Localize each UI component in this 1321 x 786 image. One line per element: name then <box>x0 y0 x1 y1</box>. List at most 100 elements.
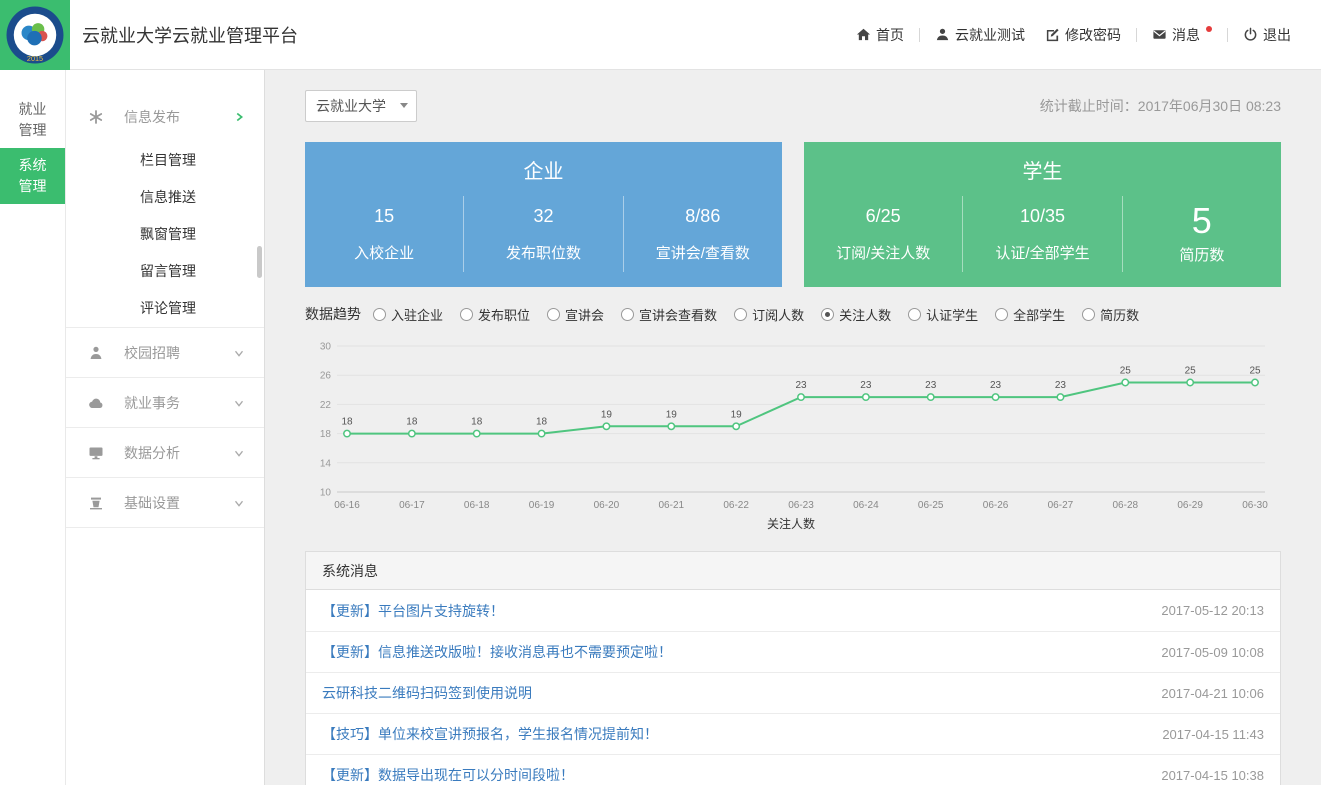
sidebar-item-info-push[interactable]: 信息推送 <box>66 179 264 216</box>
radio-label: 认证学生 <box>926 305 978 324</box>
radio-label: 订阅人数 <box>752 305 804 324</box>
svg-text:06-18: 06-18 <box>464 500 490 511</box>
stat-label: 入校企业 <box>305 242 463 263</box>
sidebar-group-label: 数据分析 <box>124 443 180 463</box>
sidebar-item-popup-management[interactable]: 飘窗管理 <box>66 216 264 253</box>
svg-text:06-16: 06-16 <box>334 500 360 511</box>
sidebar-item-message-management[interactable]: 留言管理 <box>66 253 264 290</box>
sidebar-group-campus-recruit-head[interactable]: 校园招聘 <box>66 327 264 377</box>
recruit-person-icon <box>88 345 104 361</box>
sidebar-group-employment-affairs-head[interactable]: 就业事务 <box>66 377 264 427</box>
radio-positions[interactable]: 发布职位 <box>460 305 530 324</box>
radio-verified-students[interactable]: 认证学生 <box>908 305 978 324</box>
nav-logout-label: 退出 <box>1263 25 1291 45</box>
stat-value: 15 <box>305 206 463 227</box>
student-card-title: 学生 <box>804 142 1281 184</box>
radio-subscribers[interactable]: 订阅人数 <box>734 305 804 324</box>
trend-options-row: 数据趋势 入驻企业 发布职位 宣讲会 宣讲会查看数 <box>305 304 1281 324</box>
message-link[interactable]: 【更新】平台图片支持旋转！ <box>322 601 504 621</box>
svg-text:18: 18 <box>406 417 418 428</box>
svg-text:06-19: 06-19 <box>529 500 555 511</box>
radio-circle-icon <box>547 308 560 321</box>
message-link[interactable]: 云研科技二维码扫码签到使用说明 <box>322 683 532 703</box>
sidebar-group-basic-settings: 基础设置 <box>66 477 264 528</box>
unread-badge-dot <box>1206 26 1212 32</box>
message-date: 2017-05-12 20:13 <box>1161 603 1264 618</box>
svg-text:23: 23 <box>795 380 807 391</box>
message-link[interactable]: 【更新】信息推送改版啦！接收消息再也不需要预定啦！ <box>322 642 672 662</box>
top-header: 2015 云就业大学云就业管理平台 首页 云就业测试 <box>0 0 1321 70</box>
svg-text:06-28: 06-28 <box>1112 500 1138 511</box>
svg-text:06-22: 06-22 <box>723 500 749 511</box>
sidebar-group-label: 校园招聘 <box>124 343 180 363</box>
message-row: 【更新】信息推送改版啦！接收消息再也不需要预定啦！ 2017-05-09 10:… <box>306 631 1280 672</box>
radio-enterprises[interactable]: 入驻企业 <box>373 305 443 324</box>
svg-text:06-25: 06-25 <box>918 500 944 511</box>
stats-deadline: 统计截止时间：2017年06月30日 08:23 <box>1040 96 1281 116</box>
radio-resumes[interactable]: 简历数 <box>1082 305 1139 324</box>
sidebar-group-basic-settings-head[interactable]: 基础设置 <box>66 477 264 527</box>
sidebar-tab-employment-mgmt[interactable]: 就业管理 <box>0 92 65 148</box>
home-icon <box>856 27 871 42</box>
sidebar-group-campus-recruit: 校园招聘 <box>66 327 264 377</box>
svg-text:18: 18 <box>341 417 353 428</box>
sidebar-group-info-publish-head[interactable]: 信息发布 <box>66 92 264 142</box>
stat-subscribers-followers: 6/25 订阅/关注人数 <box>804 196 962 272</box>
sidebar-group-data-analysis-head[interactable]: 数据分析 <box>66 427 264 477</box>
svg-text:06-23: 06-23 <box>788 500 814 511</box>
sidebar-group-info-publish: 信息发布 栏目管理 信息推送 飘窗管理 留言管理 评论管理 <box>66 92 264 327</box>
message-date: 2017-04-21 10:06 <box>1161 686 1264 701</box>
svg-text:06-21: 06-21 <box>658 500 684 511</box>
enterprise-card-title: 企业 <box>305 142 782 184</box>
radio-circle-icon <box>373 308 386 321</box>
message-row: 【技巧】单位来校宣讲预报名，学生报名情况提前知！ 2017-04-15 11:4… <box>306 713 1280 754</box>
message-link[interactable]: 【更新】数据导出现在可以分时间段啦！ <box>322 765 574 785</box>
message-date: 2017-04-15 10:38 <box>1161 768 1264 783</box>
radio-circle-icon <box>995 308 1008 321</box>
nav-change-password[interactable]: 修改密码 <box>1045 25 1121 45</box>
sidebar-item-column-management[interactable]: 栏目管理 <box>66 142 264 179</box>
svg-text:18: 18 <box>471 417 483 428</box>
chevron-down-icon <box>232 446 246 460</box>
sidebar-scrollbar-thumb[interactable] <box>257 246 262 278</box>
stat-label: 宣讲会/查看数 <box>624 242 782 263</box>
svg-text:18: 18 <box>320 429 332 440</box>
sidebar-tab-system-mgmt[interactable]: 系统管理 <box>0 148 65 204</box>
message-date: 2017-05-09 10:08 <box>1161 645 1264 660</box>
svg-text:19: 19 <box>731 409 743 420</box>
nav-home[interactable]: 首页 <box>856 25 904 45</box>
svg-text:10: 10 <box>320 488 332 499</box>
radio-label: 全部学生 <box>1013 305 1065 324</box>
radio-circle-icon <box>734 308 747 321</box>
svg-text:30: 30 <box>320 342 332 353</box>
trend-chart-svg: 1014182226301806-161806-171806-181806-19… <box>305 332 1277 532</box>
radio-circle-icon <box>621 308 634 321</box>
enterprise-card-stats: 15 入校企业 32 发布职位数 8/86 宣讲会/查看数 <box>305 196 782 272</box>
radio-circle-icon <box>908 308 921 321</box>
message-link[interactable]: 【技巧】单位来校宣讲预报名，学生报名情况提前知！ <box>322 724 658 744</box>
stat-enterprises-on-campus: 15 入校企业 <box>305 196 463 272</box>
stat-value: 8/86 <box>624 206 782 227</box>
radio-followers[interactable]: 关注人数 <box>821 305 891 324</box>
sidebar: 就业管理 系统管理 信息发布 <box>0 70 265 785</box>
radio-session-views[interactable]: 宣讲会查看数 <box>621 305 717 324</box>
nav-account[interactable]: 云就业测试 <box>935 25 1025 45</box>
radio-label: 入驻企业 <box>391 305 443 324</box>
stat-label: 认证/全部学生 <box>963 242 1121 263</box>
svg-text:19: 19 <box>666 409 678 420</box>
stats-toolbar: 云就业大学 统计截止时间：2017年06月30日 08:23 <box>305 90 1281 122</box>
school-select[interactable]: 云就业大学 <box>305 90 417 122</box>
message-row: 【更新】平台图片支持旋转！ 2017-05-12 20:13 <box>306 590 1280 631</box>
radio-label: 简历数 <box>1100 305 1139 324</box>
sidebar-item-comment-management[interactable]: 评论管理 <box>66 290 264 327</box>
stat-value: 5 <box>1123 203 1281 239</box>
radio-label: 宣讲会查看数 <box>639 305 717 324</box>
radio-info-sessions[interactable]: 宣讲会 <box>547 305 604 324</box>
radio-all-students[interactable]: 全部学生 <box>995 305 1065 324</box>
nav-messages-label: 消息 <box>1172 25 1200 45</box>
message-row: 云研科技二维码扫码签到使用说明 2017-04-21 10:06 <box>306 672 1280 713</box>
student-card: 学生 6/25 订阅/关注人数 10/35 认证/全部学生 5 简历数 <box>804 142 1281 287</box>
podium-icon <box>88 495 104 511</box>
nav-logout[interactable]: 退出 <box>1243 25 1291 45</box>
nav-messages[interactable]: 消息 <box>1152 25 1212 45</box>
